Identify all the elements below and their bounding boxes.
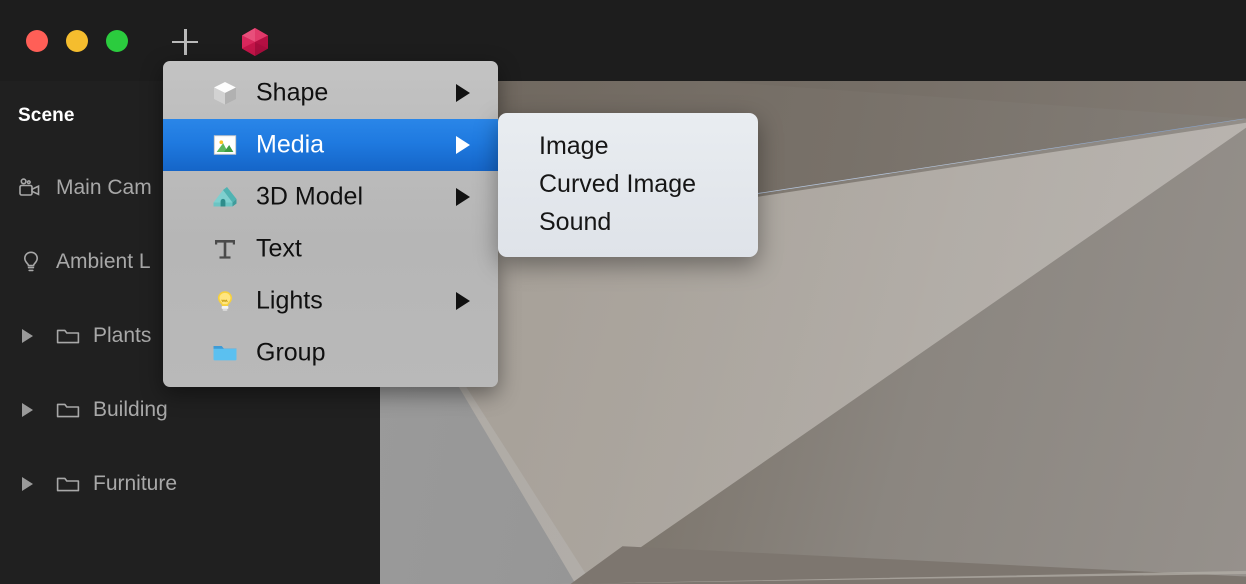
- folder-outline-icon: [55, 471, 81, 497]
- camera-icon: [18, 175, 44, 201]
- list-item-label: Building: [93, 398, 168, 421]
- bulb-icon: [211, 287, 239, 315]
- plus-icon[interactable]: [171, 28, 199, 56]
- chevron-right-icon: [456, 84, 470, 102]
- menu-item-shape[interactable]: Shape: [163, 67, 498, 119]
- folder-icon: [211, 339, 239, 367]
- list-item-label: Furniture: [93, 472, 178, 495]
- list-item-label: Ambient L: [56, 250, 151, 273]
- cube-icon: [211, 79, 239, 107]
- menu-item-label: Text: [256, 234, 302, 263]
- chevron-right-icon: [456, 136, 470, 154]
- photo-icon: [211, 131, 239, 159]
- submenu-item-image[interactable]: Image: [498, 127, 758, 165]
- menu-item-group[interactable]: Group: [163, 327, 498, 379]
- menu-item-media[interactable]: Media: [163, 119, 498, 171]
- chevron-right-icon: [456, 292, 470, 310]
- text-icon: [211, 235, 239, 263]
- list-item-label: Main Cam: [56, 176, 152, 199]
- menu-item-label: Group: [256, 338, 326, 367]
- menu-item-lights[interactable]: Lights: [163, 275, 498, 327]
- house-icon: [211, 183, 239, 211]
- menu-item-label: Shape: [256, 78, 329, 107]
- folder-outline-icon: [55, 397, 81, 423]
- folder-outline-icon: [55, 323, 81, 349]
- disclosure-triangle-icon[interactable]: [22, 403, 33, 417]
- close-window-button[interactable]: [26, 30, 48, 52]
- page-title: Scene: [18, 105, 75, 126]
- add-object-context-menu: Shape Media 3D Model Text Lights Group: [163, 61, 498, 387]
- menu-item-text[interactable]: Text: [163, 223, 498, 275]
- light-icon: [18, 249, 44, 275]
- list-item-label: Plants: [93, 324, 152, 347]
- disclosure-triangle-icon[interactable]: [22, 477, 33, 491]
- menu-item-label: Lights: [256, 286, 323, 315]
- list-item-furniture[interactable]: Furniture: [0, 447, 380, 521]
- polyhedron-icon[interactable]: [239, 26, 271, 58]
- minimize-window-button[interactable]: [66, 30, 88, 52]
- submenu-item-curved-image[interactable]: Curved Image: [498, 165, 758, 203]
- app-window: Scene Main Cam Ambient L Plants Building…: [0, 0, 1246, 584]
- traffic-light-controls: [26, 30, 128, 52]
- chevron-right-icon: [456, 188, 470, 206]
- zoom-window-button[interactable]: [106, 30, 128, 52]
- menu-item-3d-model[interactable]: 3D Model: [163, 171, 498, 223]
- disclosure-triangle-icon[interactable]: [22, 329, 33, 343]
- menu-item-label: Media: [256, 130, 325, 159]
- menu-item-label: 3D Model: [256, 182, 363, 211]
- submenu-item-sound[interactable]: Sound: [498, 203, 758, 241]
- media-submenu: Image Curved Image Sound: [498, 113, 758, 257]
